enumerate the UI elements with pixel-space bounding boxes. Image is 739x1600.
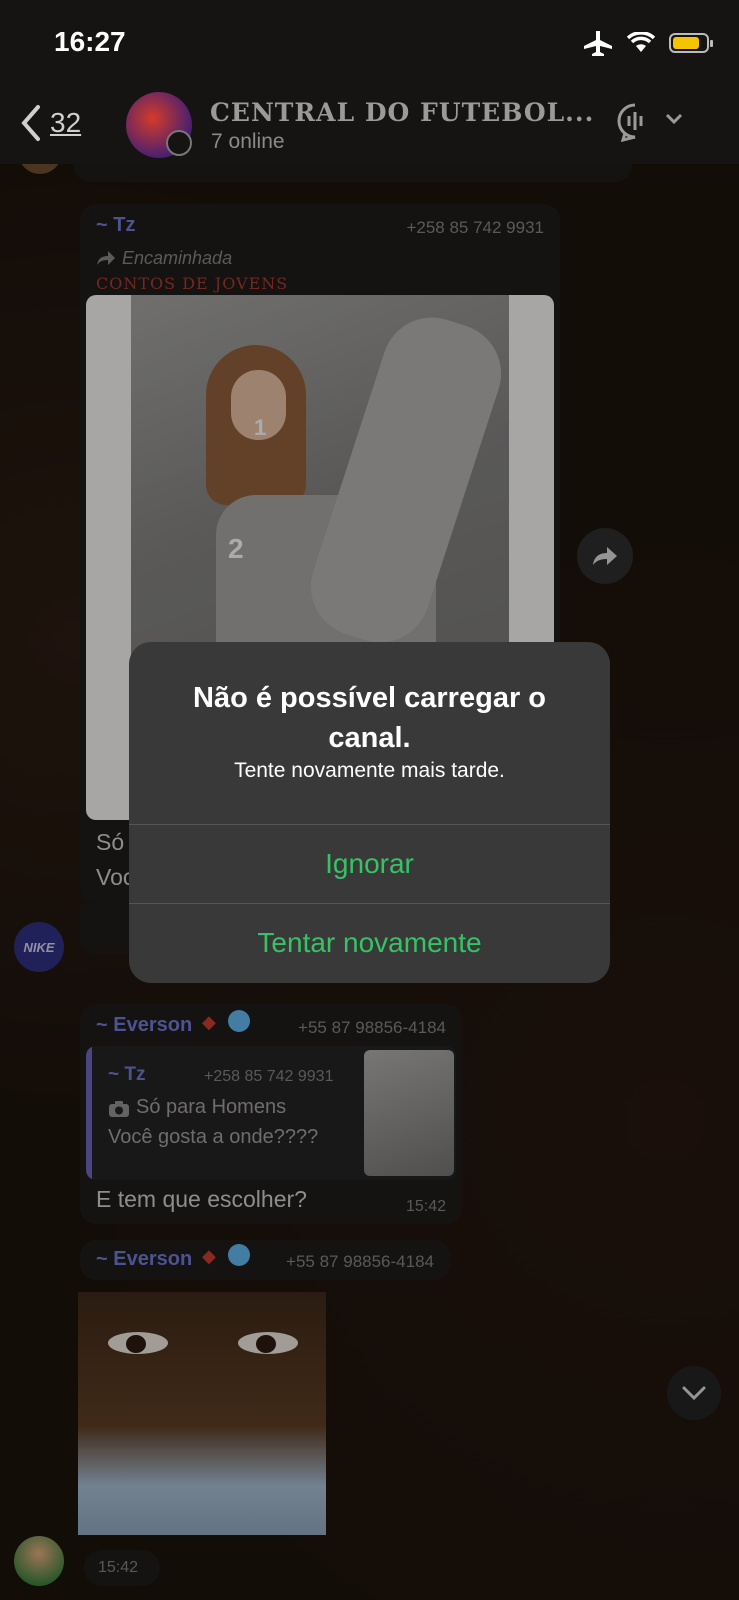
message-time: 15:42 (98, 1559, 139, 1576)
forward-button[interactable] (577, 528, 633, 584)
battery-icon (669, 33, 713, 53)
chat-header: 32 CENTRAL DO FUTEBOL... 7 online (0, 90, 739, 164)
scroll-down-button[interactable] (667, 1366, 721, 1420)
cold-face-emoji-icon (228, 1244, 250, 1266)
ogre-emoji-icon: ◆ (202, 1012, 216, 1032)
online-count: 7 online (211, 130, 285, 153)
chevron-down-icon (682, 1386, 706, 1400)
retry-button[interactable]: Tentar novamente (129, 904, 610, 982)
forwarded-source[interactable]: CONTOS DE JOVENS (96, 274, 288, 293)
sticker-image[interactable] (78, 1292, 326, 1535)
clock-badge-icon (166, 130, 192, 156)
sender-phone: +55 87 98856-4184 (286, 1252, 434, 1271)
forwarded-label: Encaminhada (122, 248, 233, 268)
sender-phone: +258 85 742 9931 (406, 218, 544, 237)
sender-name[interactable]: ~ Everson (96, 1248, 192, 1271)
quoted-message[interactable]: ~ Tz +258 85 742 9931 Só para Homens Voc… (86, 1046, 456, 1180)
alert-title: Não é possível carregar o canal. (193, 682, 546, 754)
error-alert-dialog: Não é possível carregar o canal. Tente n… (129, 642, 610, 983)
sender-name[interactable]: ~ Tz (96, 214, 135, 237)
quote-sender: ~ Tz (108, 1064, 146, 1085)
cold-face-emoji-icon (228, 1010, 250, 1032)
sender-avatar-nike[interactable]: NIKE (14, 922, 64, 972)
quote-line: Você gosta a onde???? (108, 1126, 319, 1148)
ogre-emoji-icon: ◆ (202, 1246, 216, 1266)
camera-icon (108, 1100, 130, 1123)
forward-icon (96, 250, 116, 271)
message-header-bubble[interactable]: ~ Everson ◆ +55 87 98856-4184 (80, 1240, 450, 1280)
group-title[interactable]: CENTRAL DO FUTEBOL... (210, 98, 594, 127)
voice-chat-icon (617, 103, 643, 143)
back-button[interactable]: 32 (20, 104, 81, 142)
sender-avatar[interactable] (14, 1536, 64, 1586)
wifi-icon (627, 32, 655, 52)
sender-phone: +55 87 98856-4184 (298, 1018, 446, 1037)
message-text: E tem que escolher? (96, 1186, 307, 1212)
photo-label-1: 1 (254, 415, 267, 440)
status-time: 16:27 (54, 26, 126, 57)
share-arrow-icon (593, 547, 617, 565)
status-bar: 16:27 (0, 0, 739, 90)
call-options-dropdown[interactable] (665, 112, 683, 130)
unread-count[interactable]: 32 (50, 107, 81, 139)
voice-chat-button[interactable] (615, 102, 655, 147)
ignore-button[interactable]: Ignorar (129, 825, 610, 903)
photo-label-2: 2 (228, 533, 244, 564)
time-pill: 15:42 (84, 1550, 160, 1586)
message-time: 15:42 (405, 1198, 446, 1215)
airplane-icon (584, 31, 612, 56)
message-bubble[interactable]: ~ Everson ◆ +55 87 98856-4184 ~ Tz +258 … (80, 1004, 462, 1224)
quote-line: Só para Homens (136, 1096, 287, 1118)
sender-name[interactable]: ~ Everson (96, 1014, 192, 1037)
quote-phone: +258 85 742 9931 (204, 1068, 334, 1085)
avatar-label: NIKE (23, 939, 55, 955)
chevron-left-icon (21, 105, 40, 141)
message-text-line: Só (96, 829, 125, 855)
alert-message: Tente novamente mais tarde. (234, 759, 505, 782)
quote-thumbnail (364, 1050, 454, 1176)
chevron-down-icon (665, 113, 683, 125)
